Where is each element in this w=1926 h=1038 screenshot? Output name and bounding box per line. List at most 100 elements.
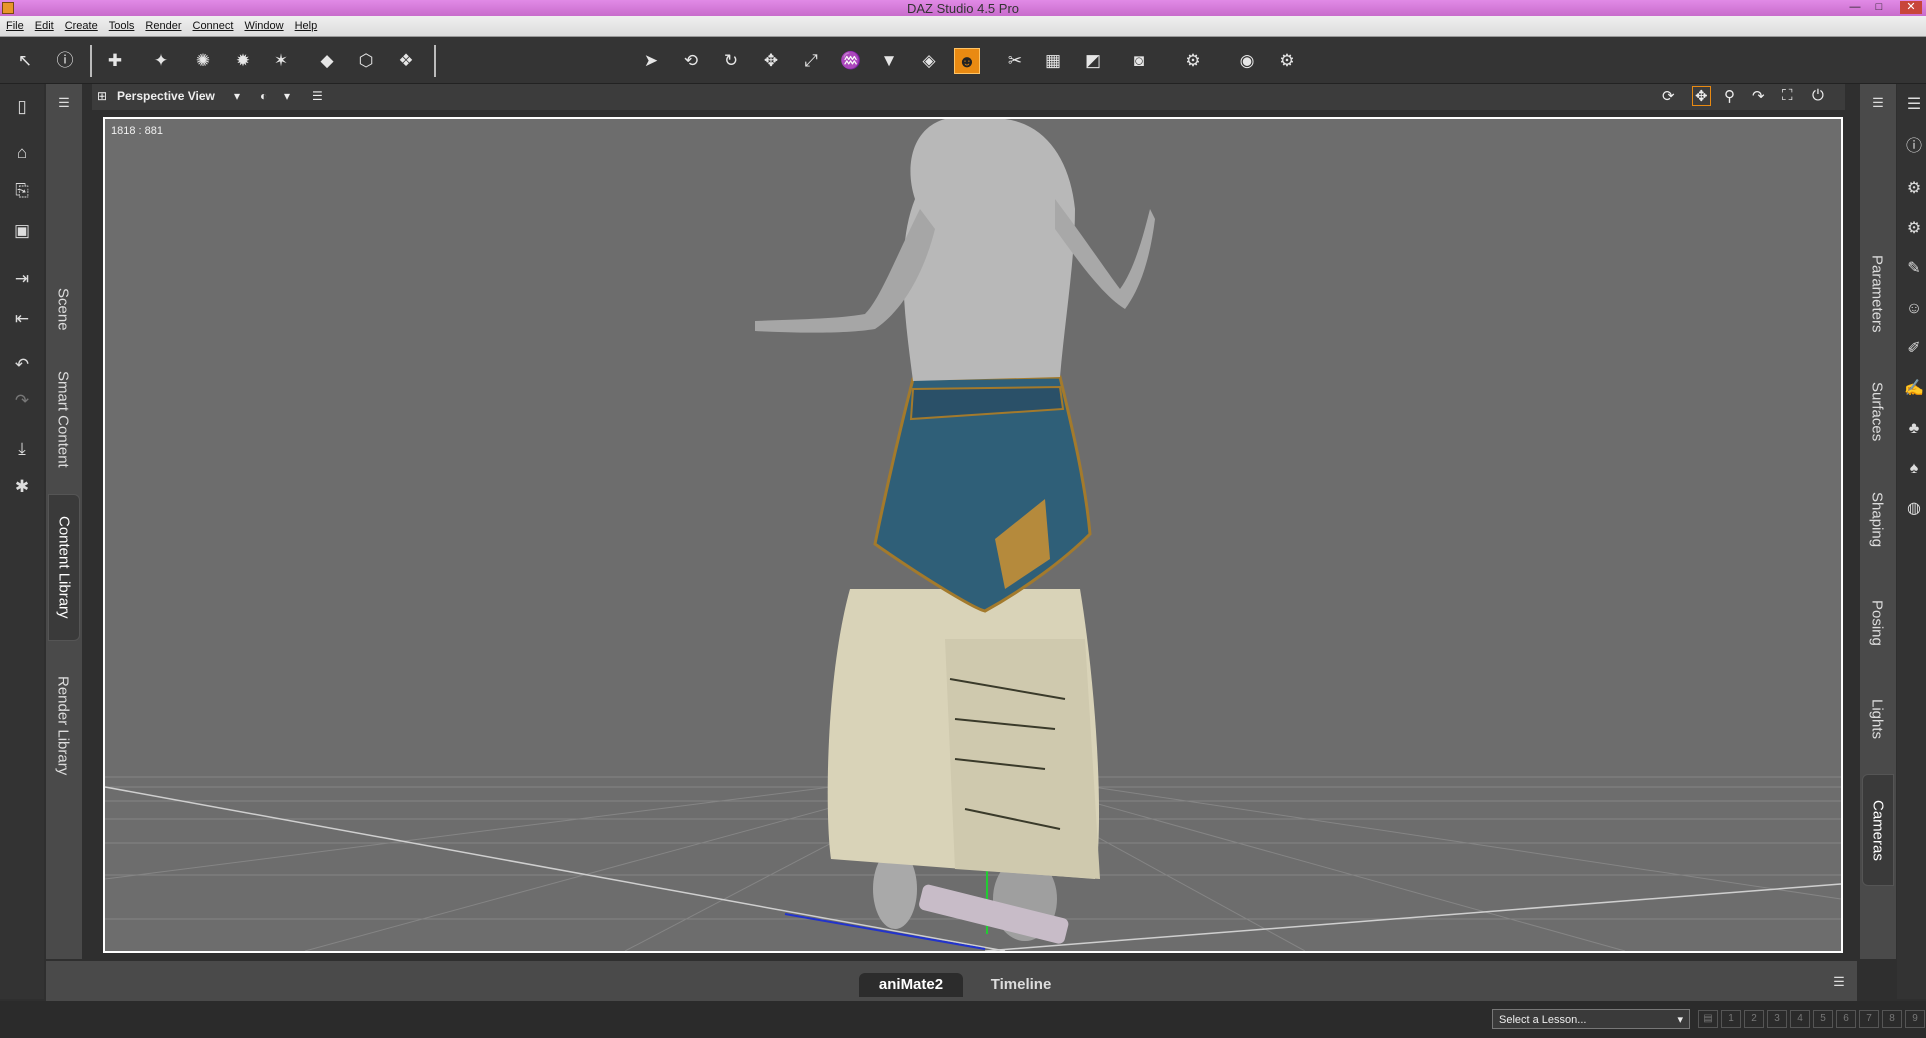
- cube-icon[interactable]: ⬡: [353, 48, 379, 74]
- new-figure-icon[interactable]: ✚: [102, 48, 128, 74]
- tab-parameters[interactable]: Parameters: [1862, 234, 1892, 354]
- surface-selection-icon[interactable]: ◈: [916, 48, 942, 74]
- grouping-icon[interactable]: ❖: [393, 48, 419, 74]
- figure-icon[interactable]: ☺: [1903, 298, 1925, 320]
- info-icon[interactable]: ⓘ: [1903, 136, 1925, 158]
- tab-posing[interactable]: Posing: [1862, 578, 1892, 668]
- transfer-icon[interactable]: ✂: [1002, 48, 1028, 74]
- brush-icon[interactable]: ✍: [1903, 378, 1925, 400]
- frame-icon[interactable]: ⛶: [1782, 87, 1793, 104]
- step-button[interactable]: 3: [1767, 1010, 1787, 1028]
- step-button[interactable]: 2: [1744, 1010, 1764, 1028]
- close-button[interactable]: ✕: [1900, 1, 1922, 14]
- undo-icon[interactable]: ↶: [9, 352, 35, 378]
- menu-window[interactable]: Window: [238, 17, 288, 32]
- view-name[interactable]: Perspective View: [117, 89, 215, 103]
- edit-icon[interactable]: ✎: [1903, 258, 1925, 280]
- distant-light-icon[interactable]: ✹: [230, 48, 256, 74]
- reset-view-icon[interactable]: ⏻: [1812, 87, 1824, 104]
- viewport-3d[interactable]: 1818 : 881: [103, 117, 1843, 953]
- roll-icon[interactable]: ↷: [1752, 87, 1765, 105]
- primitive-icon[interactable]: ◆: [314, 48, 340, 74]
- step-button[interactable]: 9: [1905, 1010, 1925, 1028]
- joint-editor-icon[interactable]: ♒: [838, 48, 864, 74]
- merge-icon[interactable]: ⎘: [9, 178, 35, 204]
- menu-render[interactable]: Render: [139, 17, 186, 32]
- layout-icon[interactable]: ⊞: [97, 89, 107, 103]
- translate-icon[interactable]: ✥: [758, 48, 784, 74]
- tab-content-library[interactable]: Content Library: [48, 494, 80, 641]
- zoom-icon[interactable]: ⚲: [1724, 87, 1735, 105]
- render-icon[interactable]: ◙: [1126, 48, 1152, 74]
- drop-to-floor-icon[interactable]: ⤓: [9, 436, 35, 462]
- redo-icon[interactable]: ↷: [9, 388, 35, 414]
- step-button[interactable]: 6: [1836, 1010, 1856, 1028]
- chevron-down-icon: ▾: [1677, 1014, 1683, 1026]
- view-dropdown-icon[interactable]: ▾: [234, 89, 240, 103]
- point-light-icon[interactable]: ✺: [190, 48, 216, 74]
- panel-menu-icon[interactable]: ☰: [1826, 969, 1852, 995]
- node-selection-icon[interactable]: ➤: [638, 48, 664, 74]
- draw-style-icon[interactable]: ◐: [260, 89, 267, 103]
- step-button[interactable]: 4: [1790, 1010, 1810, 1028]
- menu-create[interactable]: Create: [59, 17, 103, 32]
- tab-surfaces[interactable]: Surfaces: [1862, 362, 1892, 462]
- morph-icon[interactable]: ♠: [1903, 458, 1925, 480]
- render-settings-icon[interactable]: ⚙: [1180, 48, 1206, 74]
- save-icon[interactable]: ▣: [9, 218, 35, 244]
- tab-animate2[interactable]: aniMate2: [859, 973, 963, 997]
- tab-timeline[interactable]: Timeline: [969, 973, 1073, 997]
- tab-scene[interactable]: Scene: [48, 269, 78, 349]
- viewport-options-icon[interactable]: ☰: [312, 89, 323, 103]
- tab-shaping[interactable]: Shaping: [1862, 470, 1892, 570]
- gear-icon[interactable]: ⚙: [1903, 218, 1925, 240]
- minimize-button[interactable]: —: [1844, 1, 1866, 14]
- active-pose-icon[interactable]: ☻: [954, 48, 980, 74]
- draw-style-dropdown-icon[interactable]: ▾: [284, 89, 290, 103]
- maximize-button[interactable]: □: [1868, 1, 1890, 14]
- lesson-select[interactable]: Select a Lesson... ▾: [1492, 1009, 1690, 1029]
- geometry-editor-icon[interactable]: ▼: [876, 48, 902, 74]
- step-button[interactable]: 8: [1882, 1010, 1902, 1028]
- pose-icon[interactable]: ♣: [1903, 418, 1925, 440]
- linear-point-light-icon[interactable]: ✶: [268, 48, 294, 74]
- new-scene-icon[interactable]: ▯: [9, 94, 35, 120]
- import-icon[interactable]: ⇥: [9, 266, 35, 292]
- left-toolbar: ▯ ⌂ ⎘ ▣ ⇥ ⇤ ↶ ↷ ⤓ ✱: [0, 84, 44, 999]
- menu-connect[interactable]: Connect: [187, 17, 239, 32]
- step-list-icon[interactable]: ▤: [1698, 1010, 1718, 1028]
- pan-icon[interactable]: ✥: [1692, 86, 1711, 106]
- rotate-icon[interactable]: ↻: [718, 48, 744, 74]
- help-icon[interactable]: ⓘ: [52, 48, 78, 74]
- gear-icon[interactable]: ⚙: [1903, 178, 1925, 200]
- right-toolbar: ☰ ⓘ ⚙ ⚙ ✎ ☺ ✐ ✍ ♣ ♠ ◍: [1897, 84, 1926, 999]
- step-button[interactable]: 1: [1721, 1010, 1741, 1028]
- tab-smart-content[interactable]: Smart Content: [48, 354, 78, 484]
- step-button[interactable]: 7: [1859, 1010, 1879, 1028]
- menu-edit[interactable]: Edit: [29, 17, 59, 32]
- menu-tools[interactable]: Tools: [103, 17, 140, 32]
- rotate-universal-icon[interactable]: ⟲: [678, 48, 704, 74]
- globe-icon[interactable]: ◍: [1903, 498, 1925, 520]
- spotlight-icon[interactable]: ✦: [148, 48, 174, 74]
- tab-render-library[interactable]: Render Library: [48, 656, 78, 796]
- tab-lights[interactable]: Lights: [1862, 674, 1892, 764]
- panel-menu-icon[interactable]: ☰: [51, 90, 77, 116]
- orbit-icon[interactable]: ⟳: [1662, 87, 1675, 105]
- menu-help[interactable]: Help: [289, 17, 323, 32]
- camera-icon[interactable]: ◉: [1234, 48, 1260, 74]
- weight-map-icon[interactable]: ◩: [1080, 48, 1106, 74]
- whats-this-icon[interactable]: ↖: [12, 48, 38, 74]
- export-icon[interactable]: ⇤: [9, 306, 35, 332]
- open-icon[interactable]: ⌂: [9, 140, 35, 166]
- menu-file[interactable]: File: [0, 17, 29, 32]
- uv-editor-icon[interactable]: ▦: [1040, 48, 1066, 74]
- scale-icon[interactable]: ⤢: [798, 48, 824, 74]
- memorize-icon[interactable]: ✱: [9, 474, 35, 500]
- panel-menu-icon[interactable]: ☰: [1865, 90, 1891, 116]
- step-button[interactable]: 5: [1813, 1010, 1833, 1028]
- render-settings-gear-icon[interactable]: ⚙: [1274, 48, 1300, 74]
- paint-icon[interactable]: ✐: [1903, 338, 1925, 360]
- tab-cameras[interactable]: Cameras: [1862, 774, 1894, 886]
- panel-menu-icon[interactable]: ☰: [1903, 94, 1925, 116]
